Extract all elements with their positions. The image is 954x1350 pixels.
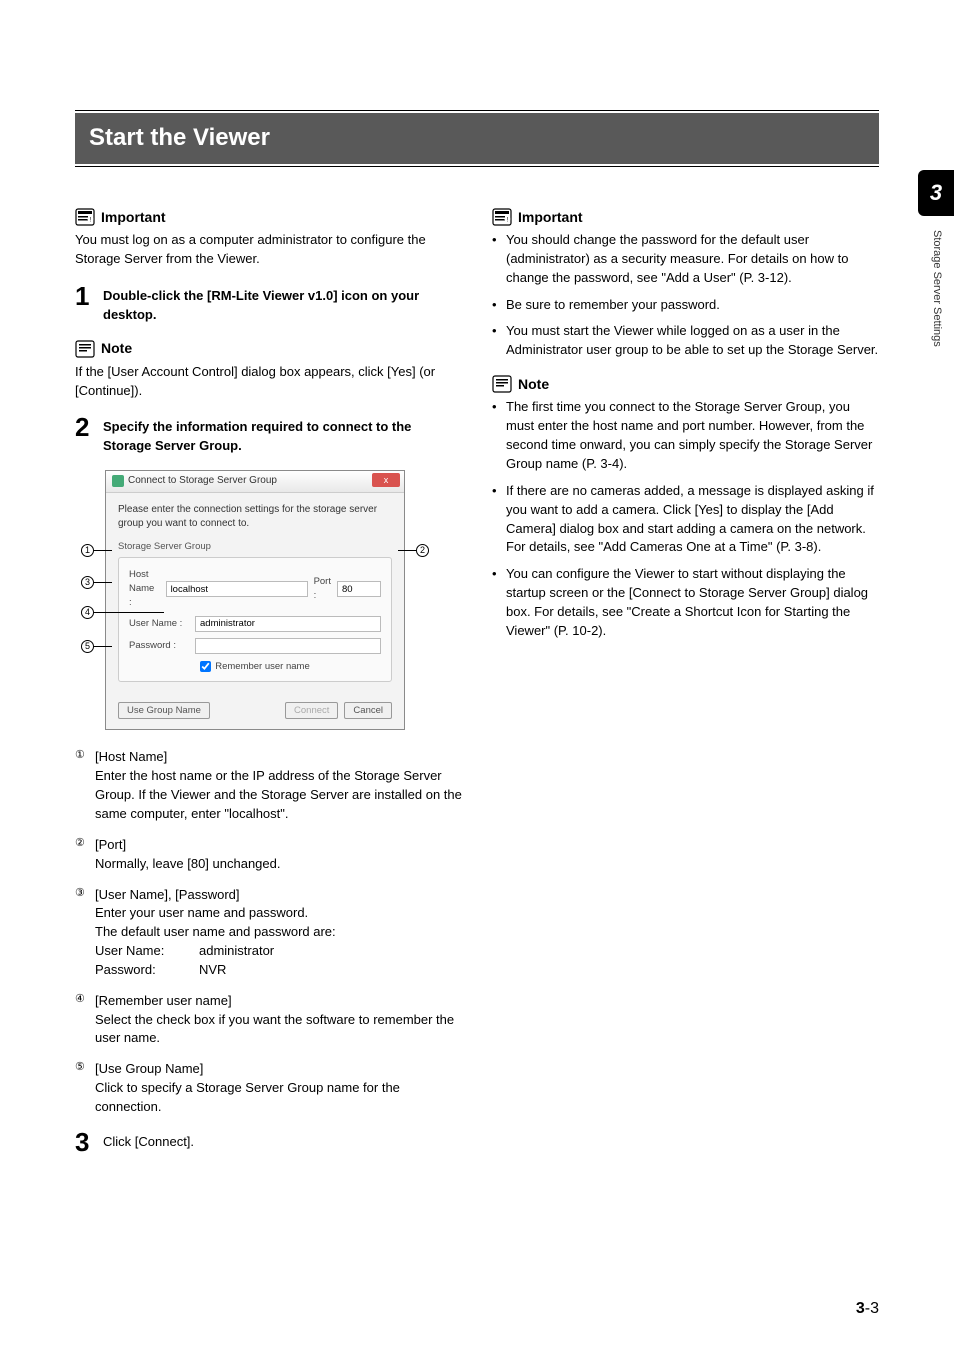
callout-definitions: ① [Host Name] Enter the host name or the… bbox=[75, 748, 462, 1116]
dialog-group-box: Host Name : Port : User Name : Password … bbox=[118, 557, 392, 682]
step-2-number: 2 bbox=[75, 414, 93, 456]
dialog-titlebar: Connect to Storage Server Group x bbox=[106, 471, 404, 493]
important-heading-right: ! Important bbox=[492, 207, 879, 227]
page-number: 3-3 bbox=[856, 1297, 879, 1320]
note-bullets: The first time you connect to the Storag… bbox=[492, 398, 879, 640]
important-bullets: You should change the password for the d… bbox=[492, 231, 879, 360]
note-bullet-2: If there are no cameras added, a message… bbox=[492, 482, 879, 557]
chapter-label: Storage Server Settings bbox=[928, 226, 944, 347]
dialog-message: Please enter the connection settings for… bbox=[118, 503, 392, 532]
note-heading-right: Note bbox=[492, 374, 879, 394]
use-group-name-button[interactable]: Use Group Name bbox=[118, 702, 210, 719]
step-2: 2 Specify the information required to co… bbox=[75, 414, 462, 456]
step-1: 1 Double-click the [RM-Lite Viewer v1.0]… bbox=[75, 283, 462, 325]
host-name-label: Host Name : bbox=[129, 568, 160, 609]
enum-item-2: ② [Port] Normally, leave [80] unchanged. bbox=[75, 836, 462, 874]
connect-button[interactable]: Connect bbox=[285, 702, 338, 719]
note-bullet-3: You can configure the Viewer to start wi… bbox=[492, 565, 879, 640]
note-icon bbox=[492, 375, 512, 393]
note-heading: Note bbox=[75, 338, 462, 358]
host-name-input[interactable] bbox=[166, 581, 308, 597]
note-text: If the [User Account Control] dialog box… bbox=[75, 363, 462, 401]
important-bullet-1: You should change the password for the d… bbox=[492, 231, 879, 288]
note-bullet-1: The first time you connect to the Storag… bbox=[492, 398, 879, 473]
section-heading-bar: Start the Viewer bbox=[75, 110, 879, 167]
side-tab: 3 Storage Server Settings bbox=[918, 170, 954, 347]
note-icon bbox=[75, 340, 95, 358]
port-label: Port : bbox=[314, 575, 331, 603]
important-bullet-2: Be sure to remember your password. bbox=[492, 296, 879, 315]
annotation-1: 1 bbox=[81, 544, 112, 557]
annotation-3: 3 bbox=[81, 576, 112, 589]
important-heading: ! Important bbox=[75, 207, 462, 227]
annotation-2: 2 bbox=[398, 544, 429, 557]
note-label-right: Note bbox=[518, 374, 549, 394]
right-column: ! Important You should change the passwo… bbox=[492, 207, 879, 1169]
important-label-right: Important bbox=[518, 207, 583, 227]
important-text: You must log on as a computer administra… bbox=[75, 231, 462, 269]
step-3: 3 Click [Connect]. bbox=[75, 1129, 462, 1155]
enum-item-5: ⑤ [Use Group Name] Click to specify a St… bbox=[75, 1060, 462, 1117]
step-3-text: Click [Connect]. bbox=[103, 1129, 194, 1155]
important-icon: ! bbox=[492, 208, 512, 226]
step-1-number: 1 bbox=[75, 283, 93, 325]
annotation-4: 4 bbox=[81, 606, 164, 619]
important-bullet-3: You must start the Viewer while logged o… bbox=[492, 322, 879, 360]
password-label: Password : bbox=[129, 639, 189, 653]
dialog-title-text: Connect to Storage Server Group bbox=[128, 474, 277, 489]
left-column: ! Important You must log on as a compute… bbox=[75, 207, 462, 1169]
enum-item-1: ① [Host Name] Enter the host name or the… bbox=[75, 748, 462, 823]
enum-item-4: ④ [Remember user name] Select the check … bbox=[75, 992, 462, 1049]
note-label: Note bbox=[101, 338, 132, 358]
important-label: Important bbox=[101, 207, 166, 227]
step-1-text: Double-click the [RM-Lite Viewer v1.0] i… bbox=[103, 283, 462, 325]
close-icon[interactable]: x bbox=[372, 473, 400, 487]
section-heading: Start the Viewer bbox=[75, 113, 879, 164]
connect-dialog: Connect to Storage Server Group x Please… bbox=[105, 470, 405, 730]
user-name-input[interactable] bbox=[195, 616, 381, 632]
remember-checkbox[interactable] bbox=[200, 661, 211, 672]
enum-item-3: ③ [User Name], [Password] Enter your use… bbox=[75, 886, 462, 980]
dialog-group-label: Storage Server Group bbox=[118, 540, 392, 554]
step-3-number: 3 bbox=[75, 1129, 93, 1155]
annotation-5: 5 bbox=[81, 640, 112, 653]
important-icon: ! bbox=[75, 208, 95, 226]
dialog-app-icon bbox=[112, 475, 124, 487]
dialog-screenshot: Connect to Storage Server Group x Please… bbox=[105, 470, 405, 730]
port-input[interactable] bbox=[337, 581, 381, 597]
password-input[interactable] bbox=[195, 638, 381, 654]
remember-label: Remember user name bbox=[215, 660, 310, 674]
chapter-badge: 3 bbox=[918, 170, 954, 216]
step-2-text: Specify the information required to conn… bbox=[103, 414, 462, 456]
cancel-button[interactable]: Cancel bbox=[344, 702, 392, 719]
